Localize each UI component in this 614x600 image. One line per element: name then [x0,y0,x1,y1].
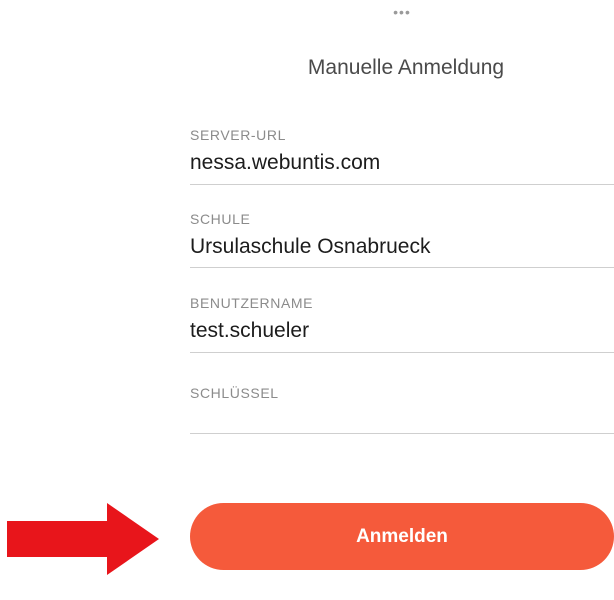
username-input[interactable]: test.schueler [190,316,614,346]
server-url-divider [190,184,614,185]
login-button[interactable]: Anmelden [190,503,614,570]
school-label: SCHULE [190,211,251,227]
username-divider [190,352,614,353]
school-divider [190,267,614,268]
login-screen: ••• Manuelle Anmeldung SERVER-URL nessa.… [0,0,614,600]
red-arrow-right-icon [7,503,159,575]
username-label: BENUTZERNAME [190,295,314,311]
key-input[interactable] [190,406,614,436]
key-field[interactable]: SCHLÜSSEL [190,384,614,436]
key-label: SCHLÜSSEL [190,385,279,401]
key-divider [190,433,614,434]
server-url-input[interactable]: nessa.webuntis.com [190,148,614,178]
more-dots-icon: ••• [393,4,411,20]
username-field[interactable]: BENUTZERNAME test.schueler [190,294,614,353]
server-url-field[interactable]: SERVER-URL nessa.webuntis.com [190,126,614,185]
school-input[interactable]: Ursulaschule Osnabrueck [190,232,614,262]
page-title: Manuelle Anmeldung [307,56,505,79]
school-field[interactable]: SCHULE Ursulaschule Osnabrueck [190,210,614,268]
server-url-label: SERVER-URL [190,127,286,143]
